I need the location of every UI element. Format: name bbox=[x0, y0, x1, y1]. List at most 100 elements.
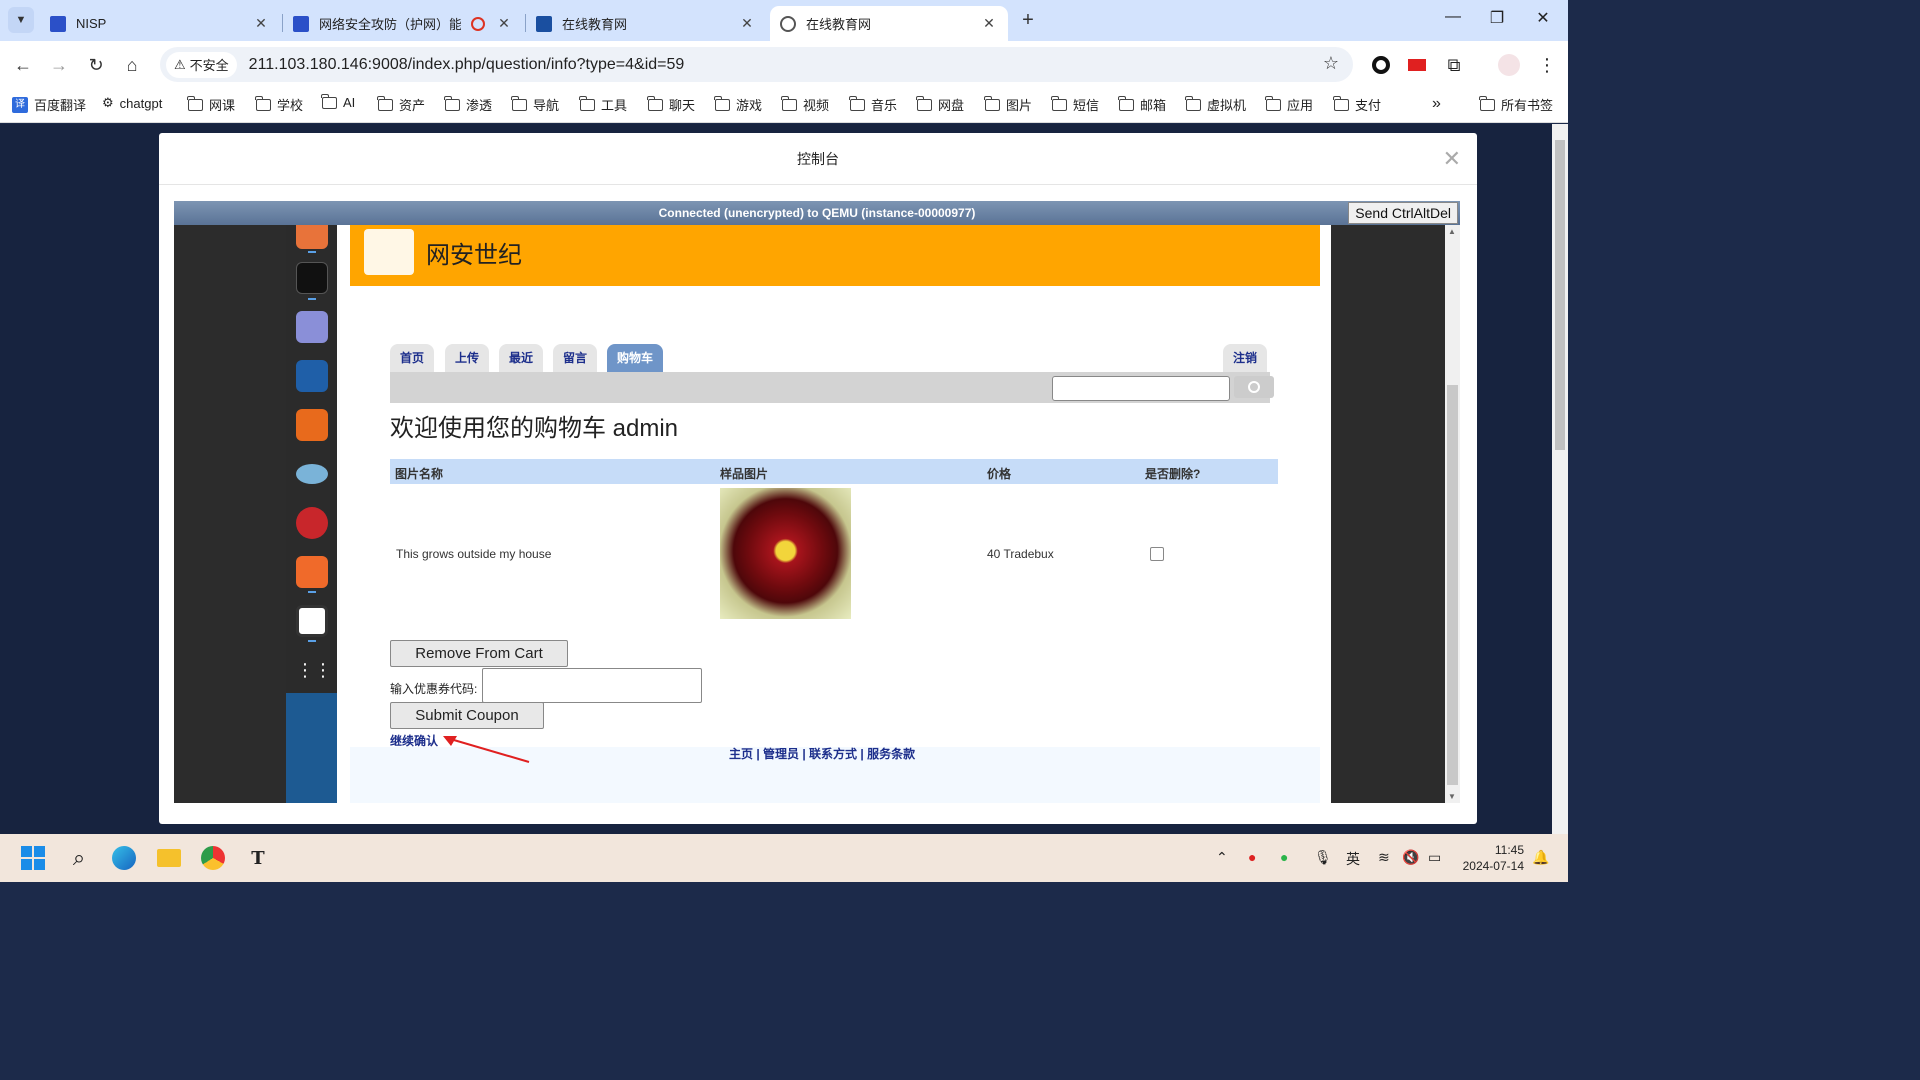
system-clock[interactable]: 11:45 2024-07-14 bbox=[1460, 842, 1524, 874]
edge-icon[interactable] bbox=[111, 845, 137, 871]
folder-icon bbox=[647, 95, 663, 111]
search-icon[interactable]: ⌕ bbox=[66, 845, 92, 871]
typora-icon[interactable]: T bbox=[245, 845, 271, 871]
tab-education-1[interactable]: 在线教育网 ✕ bbox=[526, 6, 766, 41]
page-scrollbar[interactable] bbox=[1552, 124, 1568, 834]
url-text[interactable]: 211.103.180.146:9008/index.php/question/… bbox=[249, 56, 685, 74]
nav-tab-cart[interactable]: 购物车 bbox=[607, 344, 664, 372]
reload-icon[interactable]: ↻ bbox=[83, 52, 109, 78]
windows-start-icon[interactable] bbox=[20, 845, 46, 871]
firefox-icon[interactable] bbox=[296, 225, 328, 249]
notification-bell-icon[interactable]: 🔔 bbox=[1532, 849, 1549, 866]
bookmark-folder[interactable]: 应用 bbox=[1265, 95, 1313, 114]
menu-dots-icon[interactable]: ⋮ bbox=[1534, 52, 1560, 78]
wifi-icon[interactable]: ≋ bbox=[1378, 849, 1390, 866]
remove-from-cart-button[interactable]: Remove From Cart bbox=[390, 640, 568, 667]
bookmark-folder[interactable]: 聊天 bbox=[647, 95, 695, 114]
bookmark-folder[interactable]: 视频 bbox=[781, 95, 829, 114]
app-grid-icon[interactable]: ⋮⋮ bbox=[296, 655, 332, 687]
bookmark-folder[interactable]: 渗透 bbox=[444, 95, 492, 114]
bookmark-folder[interactable]: 短信 bbox=[1051, 95, 1099, 114]
wechat-icon[interactable]: ● bbox=[1280, 849, 1288, 865]
vm-scrollbar[interactable]: ▲ ▼ bbox=[1445, 225, 1460, 803]
qq-icon[interactable]: ● bbox=[1248, 849, 1256, 865]
all-bookmarks[interactable]: 所有书签 bbox=[1479, 95, 1553, 114]
nav-tab-upload[interactable]: 上传 bbox=[445, 344, 490, 372]
bookmark-folder[interactable]: 导航 bbox=[511, 95, 559, 114]
bookmark-star-icon[interactable]: ☆ bbox=[1323, 53, 1339, 74]
bookmark-folder[interactable]: 图片 bbox=[984, 95, 1032, 114]
close-tab-icon[interactable]: ✕ bbox=[252, 15, 270, 32]
bookmark-folder[interactable]: 资产 bbox=[377, 95, 425, 114]
new-tab-button[interactable]: + bbox=[1016, 8, 1040, 32]
volume-muted-icon[interactable]: 🔇 bbox=[1402, 849, 1419, 866]
tab-network-security[interactable]: 网络安全攻防（护网）能力 ✕ bbox=[283, 6, 523, 41]
scroll-up-icon[interactable]: ▲ bbox=[1448, 227, 1456, 236]
flag-cn-icon[interactable] bbox=[1404, 52, 1430, 78]
vnc-screen[interactable]: ⋮⋮ 网安世纪 首页 上传 最近 留言 购物车 注销 欢迎使用您的购物车 adm… bbox=[174, 225, 1460, 803]
footer-links[interactable]: 主页 | 管理员 | 联系方式 | 服务条款 bbox=[729, 745, 915, 762]
microphone-icon[interactable]: 🎙 bbox=[1314, 849, 1332, 866]
bookmark-folder[interactable]: 支付 bbox=[1333, 95, 1381, 114]
nav-tab-home[interactable]: 首页 bbox=[390, 344, 435, 372]
chrome-icon[interactable] bbox=[200, 845, 226, 871]
nav-tab-guestbook[interactable]: 留言 bbox=[553, 344, 598, 372]
terminal-icon[interactable] bbox=[296, 262, 328, 294]
nav-tab-recent[interactable]: 最近 bbox=[499, 344, 544, 372]
app-orange-icon[interactable] bbox=[296, 556, 328, 588]
bookmark-folder[interactable]: 游戏 bbox=[714, 95, 762, 114]
bookmark-chatgpt[interactable]: ⚙ chatgpt bbox=[102, 95, 162, 111]
extension-circle-icon[interactable] bbox=[1368, 52, 1394, 78]
battery-icon[interactable]: ▭ bbox=[1428, 849, 1441, 866]
screen-app-icon[interactable] bbox=[296, 605, 328, 637]
text-editor-icon[interactable] bbox=[296, 311, 328, 343]
close-tab-icon[interactable]: ✕ bbox=[495, 15, 513, 32]
minimize-icon[interactable]: — bbox=[1430, 8, 1476, 26]
metasploit-icon[interactable] bbox=[296, 360, 328, 392]
bookmark-folder[interactable]: 网盘 bbox=[916, 95, 964, 114]
bookmark-folder[interactable]: 学校 bbox=[255, 95, 303, 114]
address-bar[interactable]: ⚠ 不安全 211.103.180.146:9008/index.php/que… bbox=[160, 47, 1353, 82]
tab-education-active[interactable]: 在线教育网 ✕ bbox=[770, 6, 1008, 41]
flower-thumbnail-image[interactable] bbox=[720, 488, 851, 619]
tray-overflow-icon[interactable]: ⌃ bbox=[1216, 849, 1228, 866]
back-arrow-icon[interactable]: ← bbox=[10, 52, 36, 78]
restore-icon[interactable]: ❐ bbox=[1474, 8, 1520, 28]
ime-indicator[interactable]: 英 bbox=[1346, 849, 1360, 869]
delete-checkbox[interactable] bbox=[1150, 547, 1164, 561]
cherrytree-icon[interactable] bbox=[296, 507, 328, 539]
scroll-down-icon[interactable]: ▼ bbox=[1448, 792, 1456, 801]
window-close-icon[interactable]: ✕ bbox=[1520, 8, 1566, 28]
submit-coupon-button[interactable]: Submit Coupon bbox=[390, 702, 544, 729]
bookmark-folder[interactable]: 邮箱 bbox=[1118, 95, 1166, 114]
file-explorer-icon[interactable] bbox=[156, 845, 182, 871]
site-search-button[interactable] bbox=[1234, 376, 1274, 398]
modal-close-icon[interactable]: ✕ bbox=[1443, 133, 1461, 185]
eye-icon[interactable] bbox=[296, 464, 328, 484]
bookmark-folder[interactable]: 网课 bbox=[187, 95, 235, 114]
nav-tab-logout[interactable]: 注销 bbox=[1223, 344, 1268, 372]
tab-title: 在线教育网 bbox=[806, 17, 872, 32]
bookmark-baidu-translate[interactable]: 译 百度翻译 bbox=[12, 95, 86, 114]
bookmark-folder[interactable]: 虚拟机 bbox=[1185, 95, 1246, 114]
continue-confirm-link[interactable]: 继续确认 bbox=[390, 732, 438, 749]
burpsuite-icon[interactable] bbox=[296, 409, 328, 441]
home-icon[interactable]: ⌂ bbox=[119, 52, 145, 78]
site-search-input[interactable] bbox=[1052, 376, 1230, 401]
close-tab-icon[interactable]: ✕ bbox=[738, 15, 756, 32]
extensions-puzzle-icon[interactable]: ⧉ bbox=[1441, 52, 1467, 78]
coupon-code-input[interactable] bbox=[482, 668, 702, 703]
browser-toolbar: ← → ↻ ⌂ ⚠ 不安全 211.103.180.146:9008/index… bbox=[0, 41, 1568, 88]
bookmark-folder[interactable]: 音乐 bbox=[849, 95, 897, 114]
forward-arrow-icon[interactable]: → bbox=[46, 52, 72, 78]
tab-nisp[interactable]: NISP ✕ bbox=[40, 6, 280, 41]
profile-avatar-icon[interactable] bbox=[1496, 52, 1522, 78]
bookmark-folder[interactable]: 工具 bbox=[579, 95, 627, 114]
bookmark-folder[interactable]: AI bbox=[321, 93, 355, 110]
translate-icon: 译 bbox=[12, 96, 28, 113]
security-indicator[interactable]: ⚠ 不安全 bbox=[166, 51, 237, 78]
bookmarks-overflow-button[interactable]: » bbox=[1432, 95, 1441, 113]
tab-search-dropdown[interactable]: ▼ bbox=[8, 7, 34, 33]
close-tab-icon[interactable]: ✕ bbox=[980, 15, 998, 32]
send-ctrl-alt-del-button[interactable]: Send CtrlAltDel bbox=[1348, 202, 1458, 224]
